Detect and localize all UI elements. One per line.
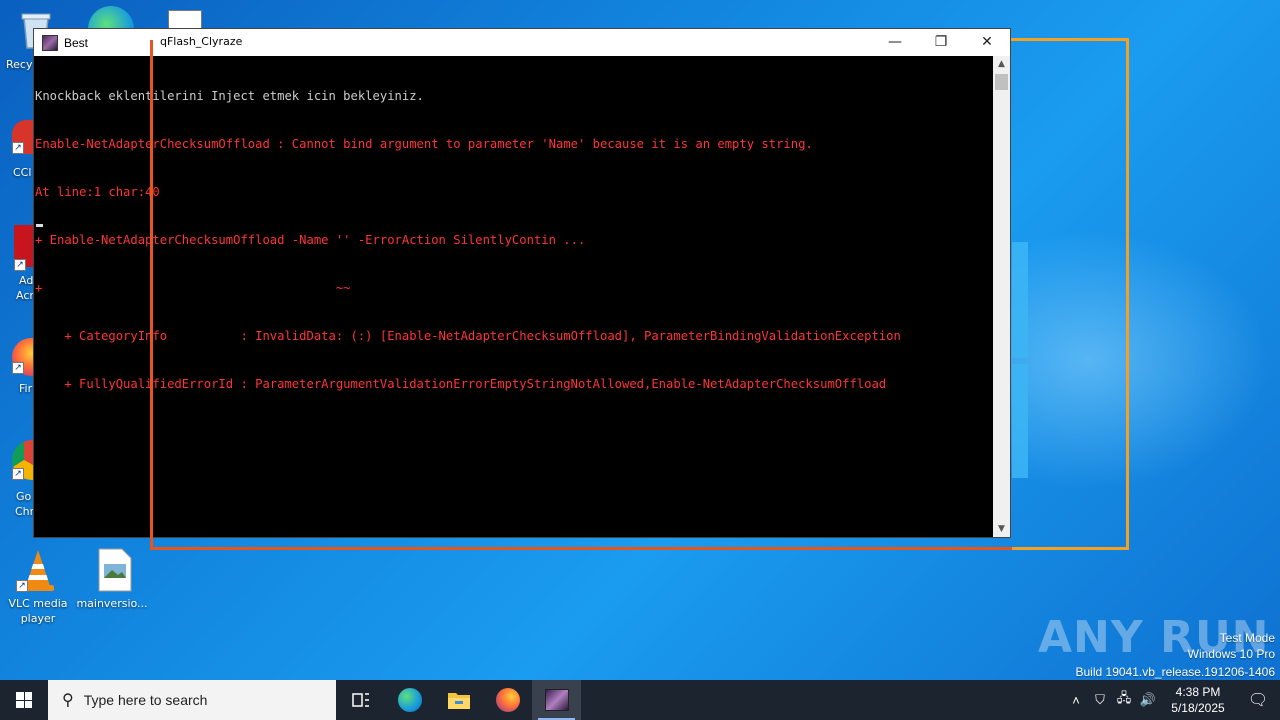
firefox-taskbar-button[interactable] <box>483 680 532 720</box>
recycle-bin-label: Recy <box>6 58 33 71</box>
task-view-icon <box>351 693 369 707</box>
chrome-label-2: Chr <box>15 505 35 518</box>
document-desktop-icon[interactable] <box>168 10 202 30</box>
vlc-cone-icon: ↗ <box>16 548 60 592</box>
search-placeholder: Type here to search <box>83 692 208 708</box>
app-icon <box>42 34 58 51</box>
task-view-button[interactable] <box>336 680 385 720</box>
edge-taskbar-button[interactable] <box>385 680 434 720</box>
mainversion-label: mainversio... <box>76 597 148 610</box>
document-icon <box>168 10 202 30</box>
acrobat-label-2: Acr <box>16 289 34 302</box>
window-title: Best <box>64 35 89 50</box>
system-tray: ˄ ⛉ 🖧 🔊 4:38 PM 5/18/2025 🗨 <box>1064 680 1280 720</box>
vlc-label: VLC media player <box>8 597 68 625</box>
file-explorer-icon <box>447 693 470 709</box>
build-label: Build 19041.vb_release.191206-1406 <box>1075 665 1276 679</box>
security-icon[interactable]: ⛉ <box>1088 692 1112 708</box>
acrobat-label-1: Ad <box>19 274 34 287</box>
shortcut-arrow-icon: ↗ <box>12 142 24 154</box>
clock-date: 5/18/2025 <box>1171 701 1225 715</box>
taskbar: ⚲ Type here to search ˄ ⛉ 🖧 🔊 4:38 PM 5/ <box>0 680 1280 720</box>
firefox-icon <box>495 688 520 712</box>
image-file-icon <box>90 548 134 592</box>
windows-edition-label: Windows 10 Pro <box>1187 647 1275 661</box>
taskbar-search-box[interactable]: ⚲ Type here to search <box>48 680 336 720</box>
test-mode-label: Test Mode <box>1219 631 1275 645</box>
edge-icon <box>397 688 422 712</box>
clock[interactable]: 4:38 PM 5/18/2025 <box>1160 684 1236 716</box>
network-icon[interactable]: 🖧 <box>1112 689 1136 711</box>
windows-logo-icon <box>16 692 32 708</box>
volume-icon[interactable]: 🔊 <box>1136 692 1160 708</box>
shortcut-arrow-icon: ↗ <box>16 580 28 592</box>
file-explorer-taskbar-button[interactable] <box>434 680 483 720</box>
mainversion-desktop-icon[interactable]: mainversio... <box>74 548 150 611</box>
shortcut-arrow-icon: ↗ <box>12 468 24 480</box>
best-taskbar-button[interactable] <box>532 680 581 720</box>
edge-icon <box>88 6 134 30</box>
text-cursor <box>36 224 43 227</box>
edge-desktop-icon[interactable] <box>88 6 136 30</box>
ccleaner-label: CCl <box>13 166 32 179</box>
shortcut-arrow-icon: ↗ <box>12 362 24 374</box>
vlc-desktop-icon[interactable]: ↗ VLC media player <box>0 548 76 626</box>
best-app-icon <box>544 689 569 711</box>
search-icon: ⚲ <box>62 692 74 709</box>
clock-time: 4:38 PM <box>1175 685 1221 699</box>
chrome-label-1: Go <box>16 490 32 503</box>
chevron-up-icon[interactable]: ˄ <box>1064 693 1088 708</box>
firefox-label: Fir <box>19 382 33 395</box>
notification-icon[interactable]: 🗨 <box>1236 690 1280 710</box>
window-highlight-frame-inner <box>150 40 1012 550</box>
window2-edge <box>150 34 160 38</box>
shortcut-arrow-icon: ↗ <box>14 259 26 271</box>
start-button[interactable] <box>0 680 48 720</box>
